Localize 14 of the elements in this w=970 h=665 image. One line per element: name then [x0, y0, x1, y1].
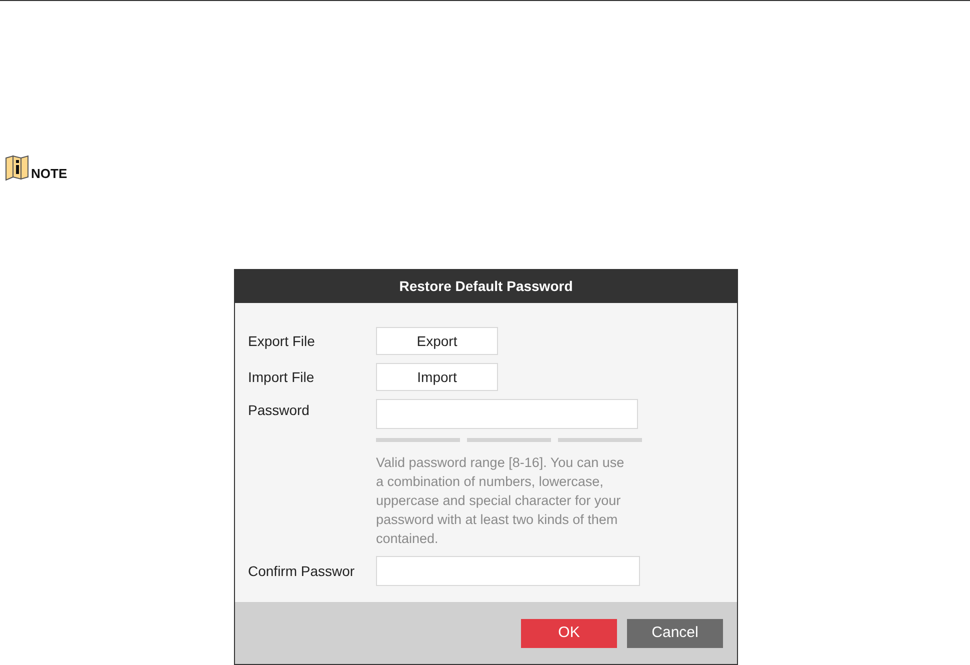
file-button[interactable]: Export: [376, 327, 498, 355]
password-field[interactable]: [376, 399, 638, 429]
field-label: Confirm Passwor: [248, 562, 356, 580]
cancel-button[interactable]: Cancel: [627, 618, 723, 648]
field-label: Export File: [248, 332, 316, 350]
note-icon: [5, 155, 29, 181]
password-hint: Valid password range [8-16]. You can use a combination of numbers, lowercase, uppercase and special character for your password with at least two kinds of them contained.: [376, 454, 626, 548]
field-label: Import File: [248, 368, 316, 386]
confirm-password-field[interactable]: [376, 556, 640, 586]
dialog-title: Restore Default Password: [399, 277, 573, 296]
ok-button[interactable]: OK: [521, 618, 617, 648]
field-label: Password: [248, 401, 310, 420]
note-label: NOTE: [31, 167, 68, 181]
file-button[interactable]: Import: [376, 363, 498, 391]
